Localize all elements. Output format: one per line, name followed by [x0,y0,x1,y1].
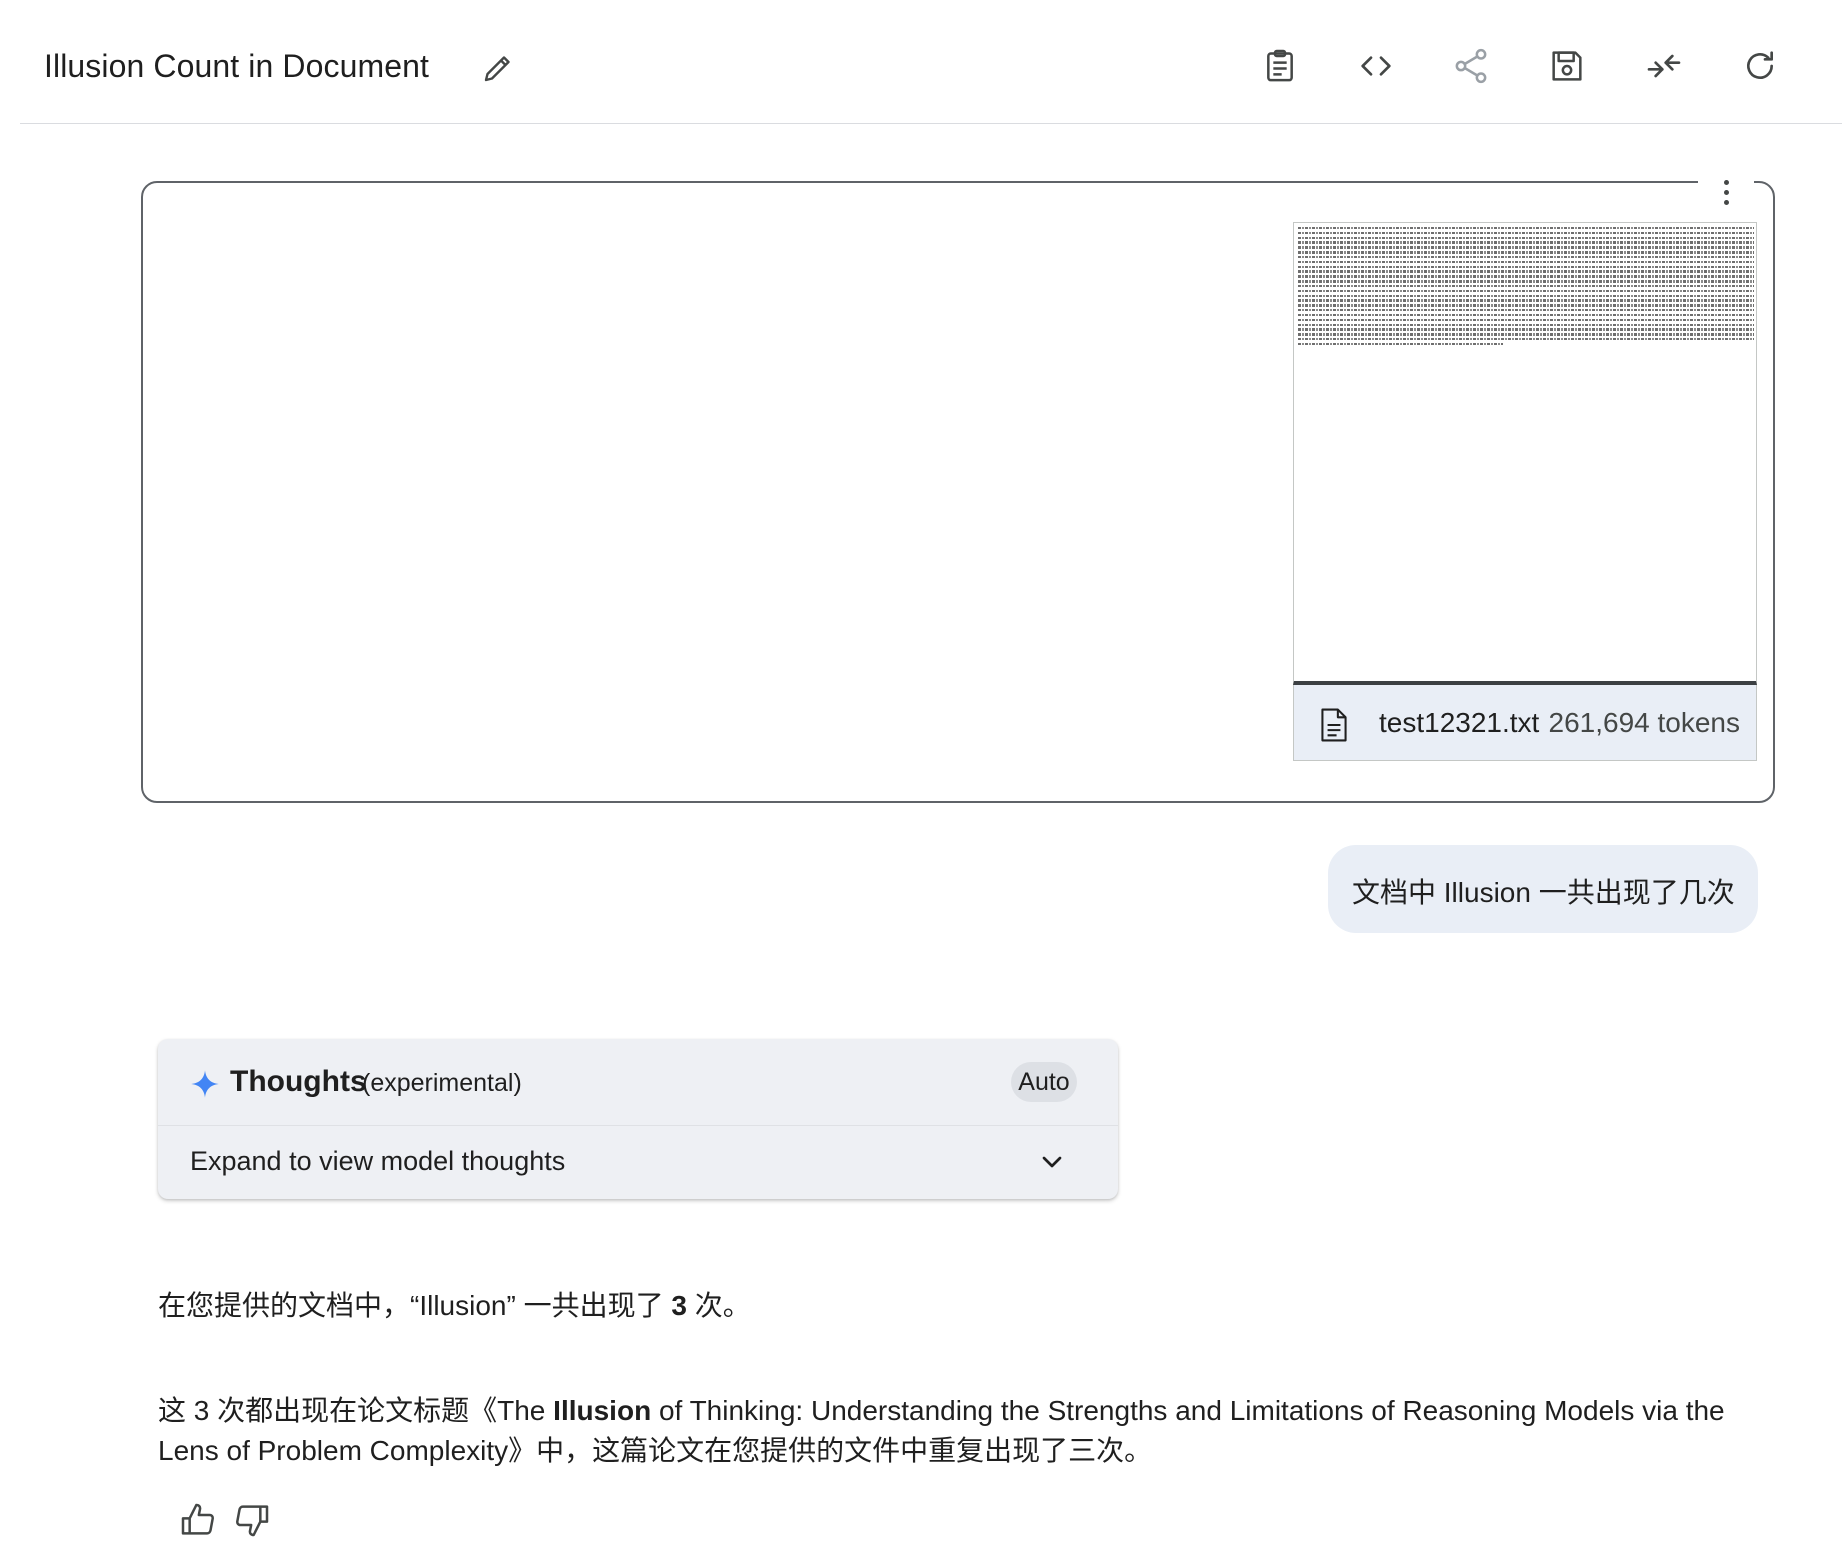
user-message-bubble: 文档中 Illusion 一共出现了几次 [1328,845,1758,933]
more-options-icon[interactable] [1698,168,1754,218]
code-icon[interactable] [1356,46,1396,86]
response-paragraph-2: 这 3 次都出现在论文标题《The Illusion of Thinking: … [158,1391,1758,1471]
document-preview-text [1298,227,1754,348]
collapse-icon[interactable] [1644,46,1684,86]
thoughts-header: Thoughts (experimental) Auto [158,1039,1118,1126]
save-icon[interactable] [1547,46,1587,86]
page-title: Illusion Count in Document [44,48,430,84]
thoughts-panel: Thoughts (experimental) Auto Expand to v… [158,1039,1118,1199]
expand-thoughts-button[interactable]: Expand to view model thoughts [158,1126,1118,1199]
auto-badge[interactable]: Auto [1011,1062,1077,1102]
token-count: 261,694 tokens [1548,707,1741,738]
file-name: test12321.txt [1379,707,1540,738]
share-icon[interactable] [1451,46,1491,86]
thoughts-title: Thoughts [230,1065,367,1098]
file-info-bar[interactable]: test12321.txt 261,694 tokens [1293,685,1757,761]
response-text: 在您提供的文档中，“Illusion” 一共出现了 [158,1290,672,1321]
thumbs-up-icon[interactable] [178,1500,218,1540]
document-preview[interactable] [1293,222,1757,685]
response-count: 3 [671,1290,687,1321]
response-text: 次。 [686,1290,751,1321]
response-keyword: Illusion [553,1395,652,1426]
thoughts-subtitle: (experimental) [362,1069,522,1097]
conversation-header: Illusion Count in Document [20,0,1842,124]
response-text: 这 3 次都出现在论文标题《The [158,1395,554,1426]
thumbs-down-icon[interactable] [232,1500,272,1540]
clipboard-icon[interactable] [1260,46,1300,86]
chevron-down-icon [1036,1146,1068,1178]
sparkle-icon [190,1069,220,1099]
user-message-text: 文档中 Illusion 一共出现了几次 [1352,877,1735,908]
expand-thoughts-label: Expand to view model thoughts [190,1146,566,1176]
refresh-icon[interactable] [1740,46,1780,86]
document-icon [1318,707,1350,743]
response-paragraph-1: 在您提供的文档中，“Illusion” 一共出现了 3 次。 [158,1286,751,1326]
edit-icon[interactable] [480,50,516,86]
